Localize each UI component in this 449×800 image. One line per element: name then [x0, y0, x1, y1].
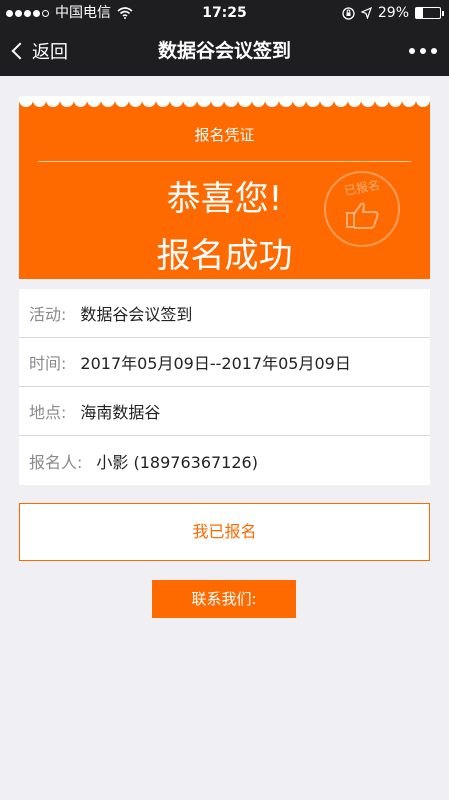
scallop-tooth: [32, 96, 47, 107]
info-label: 地点:: [29, 403, 67, 422]
scallop-tooth: [19, 96, 33, 107]
location-arrow-icon: [360, 7, 372, 19]
registration-ticket: 报名凭证 恭喜您! 报名成功 已报名: [19, 96, 430, 279]
scallop-tooth: [388, 96, 403, 107]
registration-info: 活动: 数据谷会议签到 时间: 2017年05月09日--2017年05月09日…: [19, 289, 430, 485]
info-row-activity: 活动: 数据谷会议签到: [19, 289, 430, 338]
scallop-tooth: [196, 96, 211, 107]
scallop-tooth: [320, 96, 334, 107]
scallop-tooth: [46, 96, 61, 107]
scallop-tooth: [114, 96, 129, 107]
scallop-tooth: [402, 96, 416, 107]
contact-us-button[interactable]: 联系我们:: [152, 580, 296, 618]
orientation-lock-icon: [342, 6, 355, 20]
scallop-tooth: [333, 96, 348, 107]
more-options-button[interactable]: [409, 26, 437, 76]
scallop-tooth: [73, 96, 88, 107]
scallop-tooth: [265, 96, 280, 107]
scallop-tooth: [60, 96, 74, 107]
status-right: 29%: [342, 0, 444, 26]
ticket-divider: [38, 161, 411, 162]
info-label: 报名人:: [29, 452, 83, 472]
scallop-tooth: [128, 96, 143, 107]
info-label: 活动:: [29, 305, 67, 324]
registered-button[interactable]: 我已报名: [19, 503, 430, 561]
scallop-tooth: [183, 96, 197, 107]
thumbs-up-icon: [346, 202, 379, 229]
scallop-tooth: [361, 96, 375, 107]
ticket-subtitle: 报名凭证: [194, 126, 255, 144]
scallop-tooth: [279, 96, 293, 107]
more-dot-icon: [420, 48, 426, 54]
info-value: 数据谷会议签到: [80, 305, 193, 324]
scallop-tooth: [210, 96, 225, 107]
scallop-tooth: [155, 96, 170, 107]
scallop-tooth: [347, 96, 362, 107]
info-row-time: 时间: 2017年05月09日--2017年05月09日: [19, 338, 430, 387]
scallop-tooth: [169, 96, 184, 107]
scallop-tooth: [142, 96, 156, 107]
info-value: 海南数据谷: [80, 403, 161, 422]
battery-level: [416, 8, 423, 18]
scallop-tooth: [224, 96, 238, 107]
ticket-scallop-edge: [19, 96, 430, 108]
info-row-registrant: 报名人: 小影 (18976367126): [19, 436, 430, 485]
scallop-tooth: [292, 96, 307, 107]
nav-bar: 返回 数据谷会议签到: [0, 26, 449, 76]
scallop-tooth: [87, 96, 102, 107]
status-bar: 中国电信 17:25 29%: [0, 0, 449, 26]
info-value: 小影 (18976367126): [96, 452, 258, 472]
info-value: 2017年05月09日--2017年05月09日: [80, 354, 351, 373]
battery-icon: [415, 7, 444, 19]
scallop-tooth: [238, 96, 252, 107]
scallop-tooth: [251, 96, 266, 107]
info-row-location: 地点: 海南数据谷: [19, 387, 430, 436]
scallop-tooth: [415, 96, 430, 107]
page-title: 数据谷会议签到: [157, 40, 291, 62]
registered-stamp: 已报名: [324, 171, 400, 247]
more-dot-icon: [431, 48, 437, 54]
scallop-tooth: [374, 96, 389, 107]
battery-percent: 29%: [377, 5, 409, 21]
scallop-tooth: [101, 96, 115, 107]
scallop-tooth: [306, 96, 321, 107]
more-dot-icon: [409, 48, 415, 54]
info-label: 时间:: [29, 354, 67, 373]
